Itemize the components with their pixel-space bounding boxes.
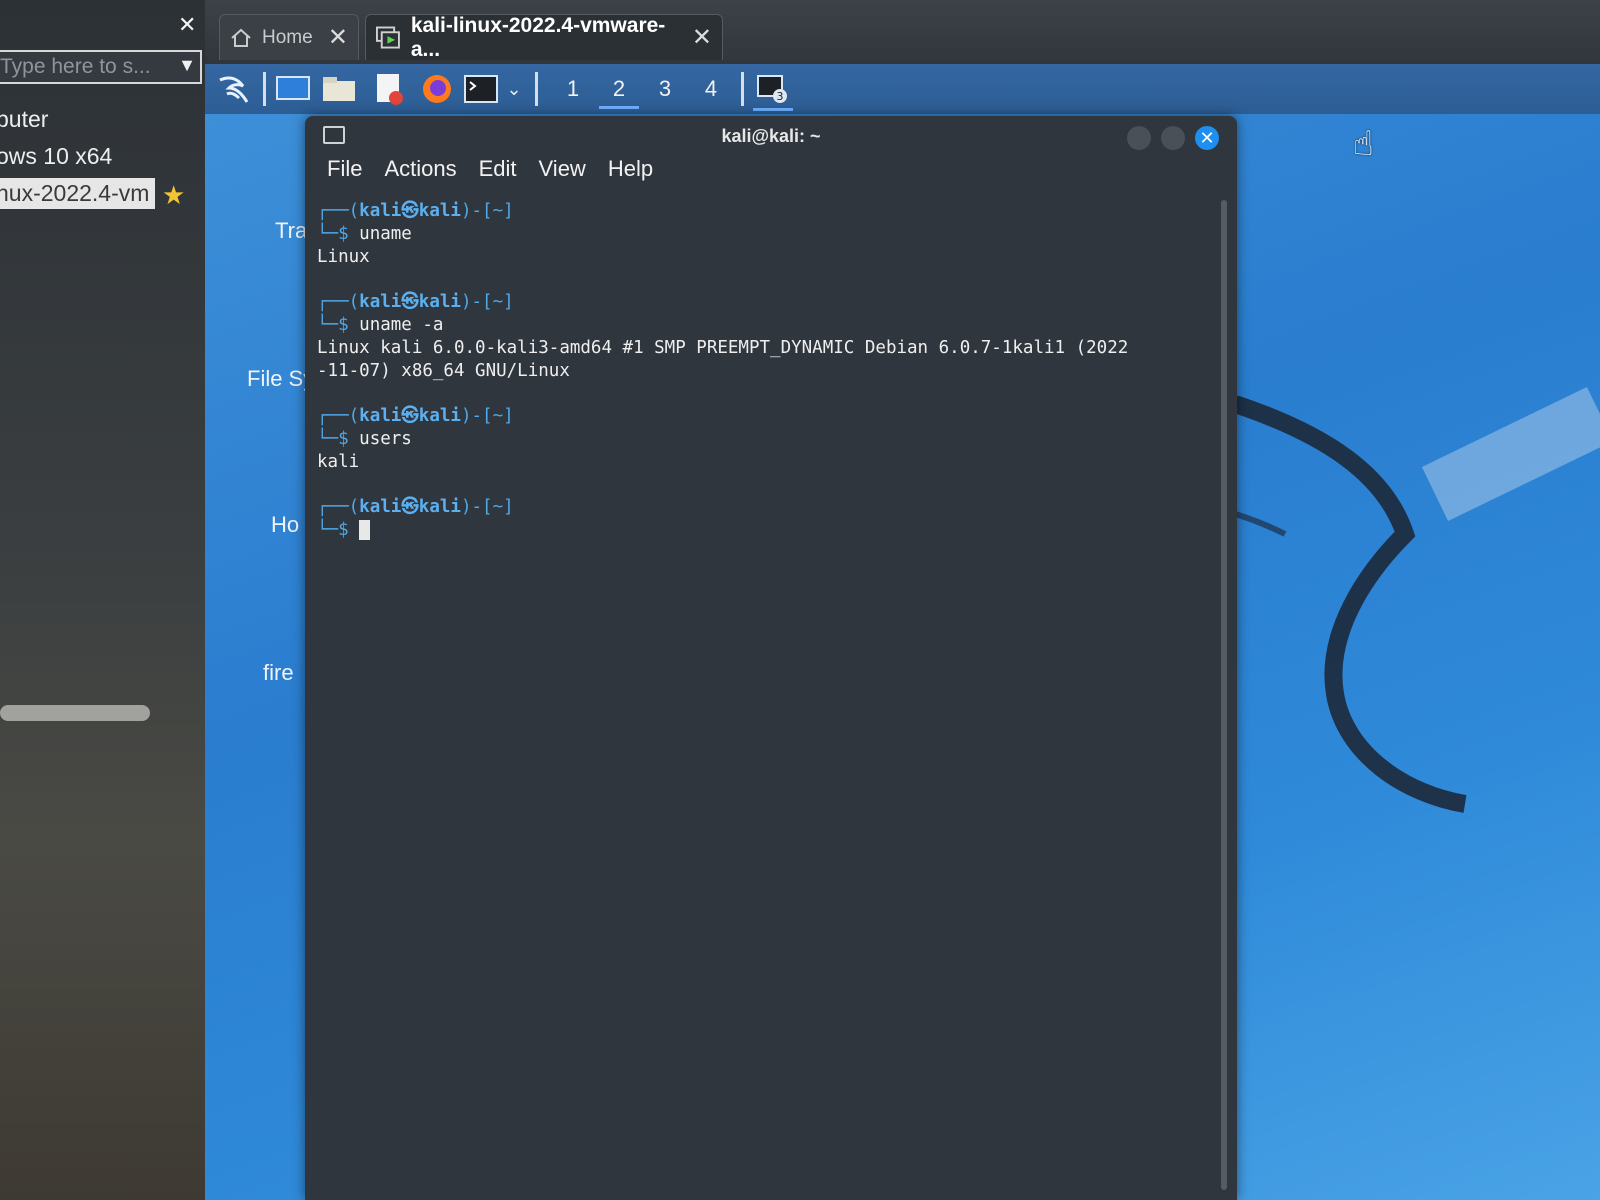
output-line: -11-07) x86_64 GNU/Linux xyxy=(317,361,570,381)
prompt-user: kali㉿kali xyxy=(359,201,461,221)
launcher-dropdown-chevron-icon[interactable]: ⌄ xyxy=(503,70,525,108)
terminal-titlebar[interactable]: kali@kali: ~ ✕ xyxy=(305,116,1237,156)
library-item-windows-10[interactable]: ows 10 x64 xyxy=(0,143,112,170)
kali-top-panel: ⌄ 1 2 3 4 3 xyxy=(205,64,1600,114)
tab-kali-vm-close-icon[interactable]: ✕ xyxy=(692,23,712,52)
hand-pointer-icon: ☝ xyxy=(1353,125,1374,163)
panel-separator xyxy=(535,72,538,106)
prompt-line: ┌──(kali㉿kali)-[~] xyxy=(317,292,514,312)
terminal-launcher-icon[interactable] xyxy=(463,70,499,108)
workspace-4[interactable]: 4 xyxy=(691,72,731,106)
file-manager-icon[interactable] xyxy=(321,70,357,108)
menu-edit[interactable]: Edit xyxy=(479,156,517,192)
vm-tab-icon xyxy=(376,26,400,49)
library-search-field[interactable]: ▼ xyxy=(0,50,202,84)
command-line: └─$ users xyxy=(317,429,412,449)
prompt-dir: ~ xyxy=(492,292,504,312)
panel-separator xyxy=(741,72,744,106)
terminal-scrollbar[interactable] xyxy=(1221,200,1227,1190)
window-list-button[interactable]: 3 xyxy=(753,70,793,111)
tab-home[interactable]: Home ✕ xyxy=(219,14,359,60)
tab-home-close-icon[interactable]: ✕ xyxy=(328,23,348,52)
prompt-user: kali㉿kali xyxy=(359,406,461,426)
terminal-title: kali@kali: ~ xyxy=(721,126,821,146)
chevron-down-icon[interactable]: ▼ xyxy=(178,55,196,76)
prompt-user: kali㉿kali xyxy=(359,497,461,517)
maximize-button[interactable] xyxy=(1161,126,1185,150)
terminal-menubar: File Actions Edit View Help xyxy=(327,156,653,192)
command-text: uname xyxy=(359,224,412,244)
prompt-line: ┌──(kali㉿kali)-[~] xyxy=(317,201,514,221)
prompt-dir: ~ xyxy=(492,497,504,517)
close-icon: ✕ xyxy=(1199,128,1215,148)
library-item-my-computer[interactable]: puter xyxy=(0,106,48,133)
output-line: Linux kali 6.0.0-kali3-amd64 #1 SMP PREE… xyxy=(317,338,1129,358)
command-text: users xyxy=(359,429,412,449)
tab-home-label: Home xyxy=(262,26,313,48)
show-desktop-icon[interactable] xyxy=(275,70,311,108)
kali-menu-icon[interactable] xyxy=(215,70,255,108)
library-search-input[interactable] xyxy=(0,52,170,82)
text-cursor xyxy=(359,520,371,540)
tab-kali-vm[interactable]: kali-linux-2022.4-vmware-a... ✕ xyxy=(365,13,723,61)
workspace-2[interactable]: 2 xyxy=(599,72,639,109)
home-icon xyxy=(231,28,251,47)
desktop-icon-trash-label[interactable]: Tra xyxy=(275,218,307,244)
prompt-user: kali㉿kali xyxy=(359,292,461,312)
library-divider xyxy=(0,705,150,721)
terminal-output[interactable]: ┌──(kali㉿kali)-[~] └─$ uname Linux ┌──(k… xyxy=(317,200,1217,1200)
output-line: kali xyxy=(317,452,360,472)
prompt-line: ┌──(kali㉿kali)-[~] xyxy=(317,497,514,517)
workspace-3[interactable]: 3 xyxy=(645,72,685,106)
prompt-line: ┌──(kali㉿kali)-[~] xyxy=(317,406,514,426)
menu-view[interactable]: View xyxy=(539,156,586,192)
menu-file[interactable]: File xyxy=(327,156,362,192)
workspace-1[interactable]: 1 xyxy=(553,72,593,106)
terminal-window[interactable]: kali@kali: ~ ✕ File Actions Edit View He… xyxy=(305,116,1237,1200)
firefox-icon[interactable] xyxy=(419,70,455,108)
output-line: Linux xyxy=(317,247,370,267)
minimize-button[interactable] xyxy=(1127,126,1151,150)
command-line: └─$ uname -a xyxy=(317,315,444,335)
favorite-star-icon: ★ xyxy=(162,180,186,210)
prompt-dir: ~ xyxy=(492,406,504,426)
panel-separator xyxy=(263,72,266,106)
vm-library-panel: ✕ ▼ puter ows 10 x64 nux-2022.4-vm ★ xyxy=(0,0,207,1200)
window-count-badge: 3 xyxy=(777,90,784,103)
text-editor-icon[interactable] xyxy=(371,70,407,108)
command-line: └─$ uname xyxy=(317,224,412,244)
prompt-dir: ~ xyxy=(492,201,504,221)
menu-help[interactable]: Help xyxy=(608,156,653,192)
command-text: uname -a xyxy=(359,315,444,335)
desktop-icon-home-label[interactable]: Ho xyxy=(271,512,299,538)
tab-kali-vm-label: kali-linux-2022.4-vmware-a... xyxy=(410,13,666,61)
active-command-line[interactable]: └─$ xyxy=(317,519,1217,542)
desktop-icon-firefox-label[interactable]: fire xyxy=(263,660,294,686)
close-button[interactable]: ✕ xyxy=(1195,126,1219,150)
vmware-tab-bar: Home ✕ kali-linux-2022.4-vmware-a... ✕ xyxy=(205,0,1600,64)
library-close-icon[interactable]: ✕ xyxy=(178,12,196,38)
menu-actions[interactable]: Actions xyxy=(384,156,456,192)
library-item-kali-linux[interactable]: nux-2022.4-vm xyxy=(0,178,156,209)
